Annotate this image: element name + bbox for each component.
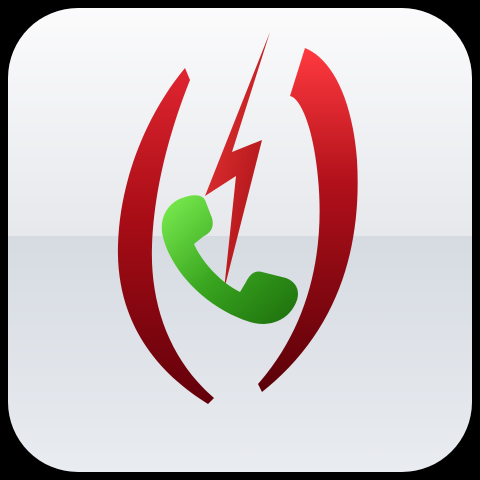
app-icon-graphic — [8, 8, 472, 472]
app-icon[interactable] — [0, 0, 480, 480]
icon-tile — [8, 8, 472, 472]
